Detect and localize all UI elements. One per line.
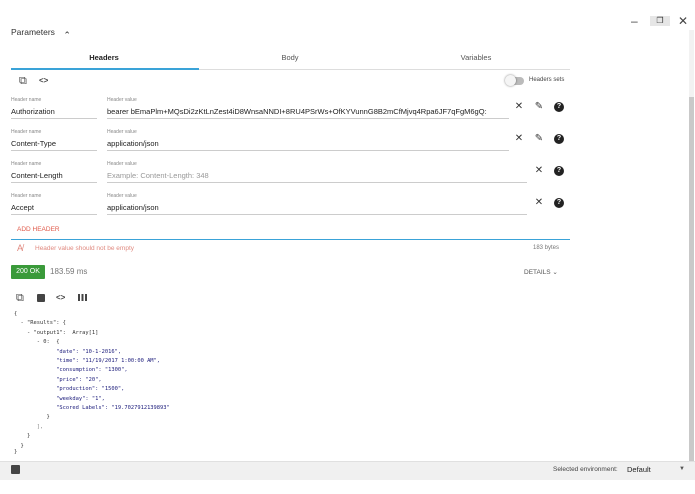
response-size: 183 bytes: [533, 245, 560, 251]
restore-icon: ❐: [656, 16, 664, 25]
copy-icon[interactable]: ⧉: [19, 75, 27, 88]
header-value-label: Header value: [107, 161, 137, 167]
code-view-icon[interactable]: <>: [39, 76, 48, 85]
scrollbar-thumb[interactable]: [689, 97, 694, 461]
status-badge: 200 OK: [11, 265, 45, 279]
header-value-underline: [107, 150, 509, 151]
json-line: "Scored Labels": "19.7027912139893": [14, 405, 170, 411]
json-line: "production": "1500",: [14, 386, 125, 393]
copy-response-icon[interactable]: ⧉: [16, 292, 24, 305]
headers-sets-toggle[interactable]: [505, 75, 524, 86]
close-icon: ✕: [678, 14, 689, 28]
header-name-input[interactable]: Accept: [11, 203, 97, 212]
tab-headers[interactable]: Headers: [11, 53, 197, 62]
code-view-icon[interactable]: <>: [56, 293, 65, 302]
header-value-label: Header value: [107, 97, 137, 103]
response-time: 183.59 ms: [50, 267, 88, 276]
header-value-label: Header value: [107, 193, 137, 199]
validation-warning: Header value should not be empty: [35, 245, 135, 252]
json-line: }: [14, 442, 24, 449]
header-name-label: Header name: [11, 129, 42, 135]
header-name-input[interactable]: Authorization: [11, 107, 97, 116]
minimize-button[interactable]: –: [631, 14, 638, 28]
header-value-input[interactable]: application/json: [107, 139, 509, 148]
active-tab-indicator: [11, 68, 199, 70]
remove-header-icon[interactable]: ✕: [533, 197, 545, 208]
header-value-input[interactable]: Example: Content-Length: 348: [107, 171, 527, 180]
help-icon[interactable]: ?: [554, 166, 564, 176]
header-value-underline: [107, 214, 527, 215]
edit-icon[interactable]: ✎: [533, 133, 545, 144]
json-line[interactable]: - "output1": Array[1]: [14, 330, 98, 336]
header-name-underline: [11, 150, 97, 151]
remove-header-icon[interactable]: ✕: [533, 165, 545, 176]
section-divider: [11, 239, 570, 240]
tab-variables[interactable]: Variables: [383, 53, 569, 62]
json-line: "consumption": "1300",: [14, 367, 128, 374]
table-view-icon[interactable]: [78, 294, 87, 301]
toggle-knob: [505, 75, 516, 86]
parameters-toggle[interactable]: Parameters ⌃: [11, 27, 71, 40]
json-line: {: [14, 311, 18, 317]
parameters-title: Parameters: [11, 27, 55, 37]
header-name-underline: [11, 118, 97, 119]
help-icon[interactable]: ?: [554, 198, 564, 208]
json-line[interactable]: - "Results": {: [14, 320, 65, 326]
header-name-input[interactable]: Content-Length: [11, 171, 97, 180]
json-line: "weekday": "1",: [14, 395, 105, 402]
tab-bar: Headers Body Variables: [11, 50, 570, 70]
environment-select[interactable]: Default: [627, 465, 651, 474]
remove-header-icon[interactable]: ✕: [513, 133, 525, 144]
json-line: }: [14, 449, 18, 455]
header-value-input[interactable]: application/json: [107, 203, 527, 212]
header-name-label: Header name: [11, 97, 42, 103]
json-line: }: [14, 433, 31, 440]
details-label: DETAILS: [524, 269, 551, 276]
header-name-underline: [11, 214, 97, 215]
save-icon[interactable]: [11, 465, 20, 474]
json-line[interactable]: - 0: {: [14, 339, 60, 345]
close-window-button[interactable]: ✕: [678, 14, 688, 28]
help-icon[interactable]: ?: [554, 134, 564, 144]
header-name-underline: [11, 182, 97, 183]
json-line: "date": "10-1-2016",: [14, 348, 122, 355]
help-icon[interactable]: ?: [554, 102, 564, 112]
edit-icon[interactable]: ✎: [533, 101, 545, 112]
json-response-viewer: { - "Results": { - "output1": Array[1] -…: [14, 311, 314, 455]
header-name-label: Header name: [11, 161, 42, 167]
environment-label: Selected environment:: [553, 466, 618, 473]
header-value-input[interactable]: bearer bEmaPlm+MQsDi2zKtLnZest4iD8WnsaNN…: [107, 107, 509, 116]
spellcheck-warning-icon: A̸: [17, 243, 24, 253]
header-name-input[interactable]: Content-Type: [11, 139, 97, 148]
chevron-down-icon: ⌄: [552, 269, 558, 276]
header-value-label: Header value: [107, 129, 137, 135]
dropdown-arrow-icon[interactable]: ▼: [679, 466, 685, 472]
json-line: "price": "20",: [14, 376, 102, 383]
chevron-up-icon: ⌃: [63, 30, 71, 40]
tab-body[interactable]: Body: [197, 53, 383, 62]
restore-button[interactable]: ❐: [650, 16, 670, 26]
json-line: ],: [14, 423, 44, 430]
details-button[interactable]: DETAILS ⌄: [524, 268, 558, 276]
add-header-button[interactable]: ADD HEADER: [17, 226, 60, 233]
headers-sets-label: Headers sets: [529, 77, 565, 83]
json-line: "time": "11/19/2017 1:00:00 AM",: [14, 358, 161, 364]
header-name-label: Header name: [11, 193, 42, 199]
save-response-icon[interactable]: [37, 294, 45, 302]
remove-header-icon[interactable]: ✕: [513, 101, 525, 112]
header-value-underline: [107, 118, 509, 119]
json-line: }: [14, 414, 50, 421]
header-value-underline: [107, 182, 527, 183]
minimize-icon: –: [631, 14, 638, 28]
